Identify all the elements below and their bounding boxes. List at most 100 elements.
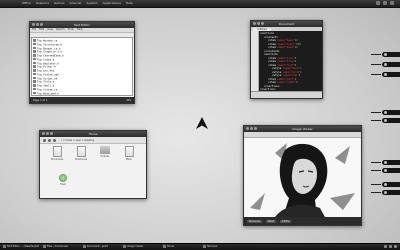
top-menu-item[interactable]: Internet bbox=[70, 1, 82, 6]
forward-icon[interactable] bbox=[48, 138, 51, 142]
files-icon-grid: Documents Downloads Pictures Music Trash bbox=[43, 146, 143, 196]
file-item[interactable]: Pictures bbox=[95, 146, 115, 158]
up-icon[interactable] bbox=[53, 138, 56, 142]
dock-launcher[interactable] bbox=[382, 72, 400, 77]
file-label: Downloads bbox=[74, 158, 87, 161]
editor-line-text: Top bin.exe bbox=[37, 69, 55, 73]
dock-launcher[interactable] bbox=[382, 182, 400, 187]
files-title: Home bbox=[88, 132, 98, 136]
taskbar-task-label: Document - gedit bbox=[87, 245, 108, 248]
file-label: Documents bbox=[50, 158, 64, 161]
volume-icon[interactable] bbox=[383, 1, 387, 5]
editor-menu-item[interactable]: File bbox=[32, 28, 36, 32]
close-icon[interactable] bbox=[246, 127, 249, 130]
file-icon bbox=[33, 69, 36, 72]
viewer-status-item[interactable]: Previous bbox=[247, 219, 262, 223]
dock-separator bbox=[371, 112, 381, 113]
editor-menu-item[interactable]: View bbox=[47, 28, 53, 32]
viewer-status-item[interactable]: Next bbox=[265, 219, 277, 223]
code-value: 3 bbox=[298, 74, 301, 77]
clock-icon[interactable] bbox=[384, 245, 387, 248]
dock-launcher[interactable] bbox=[382, 168, 400, 173]
taskbar-task[interactable]: Text Editor - ~/Desktop/list bbox=[3, 245, 41, 249]
close-icon[interactable] bbox=[32, 23, 35, 26]
maximize-icon[interactable] bbox=[50, 132, 53, 135]
top-menu-item[interactable]: Office bbox=[22, 1, 31, 6]
dock-separator bbox=[371, 120, 381, 121]
file-manager-window: Home / > home > user > Desktop Documents… bbox=[39, 130, 147, 199]
top-menu-item[interactable]: Help bbox=[126, 1, 133, 6]
code-side-panel bbox=[251, 31, 259, 92]
viewer-titlebar[interactable]: Image Viewer bbox=[244, 126, 361, 132]
viewer-status-item[interactable]: 100% bbox=[280, 219, 292, 223]
close-icon[interactable] bbox=[253, 22, 256, 25]
top-menu-item[interactable]: Applications bbox=[103, 1, 121, 6]
file-icon bbox=[33, 72, 36, 76]
file-item[interactable]: Documents bbox=[47, 146, 67, 161]
taskbar-task[interactable]: Image Viewer bbox=[123, 245, 161, 249]
file-item[interactable]: Downloads bbox=[71, 146, 91, 161]
code-titlebar[interactable]: Document bbox=[251, 21, 322, 27]
code-title: Document bbox=[278, 22, 295, 26]
dock-launcher[interactable] bbox=[382, 190, 400, 195]
file-item[interactable]: Trash bbox=[53, 174, 73, 186]
launcher-icon bbox=[384, 119, 387, 122]
editor-menu-item[interactable]: Edit bbox=[39, 28, 44, 32]
file-icon bbox=[33, 87, 36, 91]
maximize-icon[interactable] bbox=[40, 23, 43, 26]
window-icon bbox=[203, 245, 206, 248]
breadcrumb[interactable]: / > home > user > Desktop bbox=[61, 139, 94, 142]
editor-menu-item[interactable]: Tools bbox=[68, 28, 74, 32]
editor-menu-item[interactable]: Help bbox=[77, 28, 83, 32]
dock-launcher[interactable] bbox=[382, 52, 400, 57]
taskbar-task[interactable]: Home bbox=[163, 245, 201, 249]
battery-icon[interactable] bbox=[389, 245, 392, 248]
editor-title: Text Editor bbox=[74, 23, 90, 27]
window-icon bbox=[83, 245, 86, 248]
code-value: 12 bbox=[294, 46, 298, 49]
power-icon[interactable] bbox=[390, 1, 394, 5]
top-menu-item[interactable]: System bbox=[86, 1, 97, 6]
network-icon[interactable] bbox=[376, 1, 380, 5]
dock-launcher[interactable] bbox=[382, 62, 400, 67]
code-editor-window: Document Untitled <section> <content> <ite… bbox=[250, 20, 323, 99]
maximize-icon[interactable] bbox=[254, 127, 257, 130]
trash-icon bbox=[59, 174, 67, 182]
file-item[interactable]: Music bbox=[119, 146, 139, 161]
taskbar-task[interactable]: Document - gedit bbox=[83, 245, 121, 249]
files-titlebar[interactable]: Home bbox=[40, 131, 146, 137]
editor-titlebar[interactable]: Text Editor bbox=[30, 22, 134, 28]
dock-separator bbox=[371, 170, 381, 171]
image-viewer-window: Image Viewer Previous Next 100% bbox=[243, 125, 362, 226]
launcher-icon bbox=[384, 63, 387, 66]
launcher-icon bbox=[384, 111, 387, 114]
dock-launcher[interactable] bbox=[382, 118, 400, 123]
minimize-icon[interactable] bbox=[257, 22, 260, 25]
file-icon bbox=[33, 39, 36, 42]
minimize-icon[interactable] bbox=[36, 23, 39, 26]
top-menu-item[interactable]: Graphics bbox=[36, 1, 49, 6]
minimize-icon[interactable] bbox=[250, 127, 253, 130]
code-text-area[interactable]: <section> <content> <item name="base"12 <it… bbox=[259, 31, 322, 92]
editor-line-text: Top Cities.cs bbox=[37, 88, 58, 91]
launcher-icon bbox=[384, 161, 387, 164]
top-menu-item[interactable]: Games bbox=[54, 1, 65, 6]
dock-separator bbox=[371, 54, 381, 55]
taskbar-task[interactable]: Terminal bbox=[203, 245, 241, 249]
folder-icon bbox=[100, 146, 110, 154]
editor-menu-item[interactable]: Search bbox=[56, 28, 65, 32]
dock-launcher[interactable] bbox=[382, 160, 400, 165]
taskbar-task[interactable]: Files - /home/user bbox=[43, 245, 81, 249]
editor-text-area[interactable]: Top Window.cs Top Structures.h Top Bonsai.… bbox=[31, 37, 133, 96]
maximize-icon[interactable] bbox=[261, 22, 264, 25]
dock-launcher[interactable] bbox=[382, 110, 400, 115]
code-value: 2 bbox=[296, 81, 298, 84]
minimize-icon[interactable] bbox=[46, 132, 49, 135]
taskbar: Text Editor - ~/Desktop/list Files - /hom… bbox=[0, 243, 400, 250]
file-label: Trash bbox=[60, 183, 66, 186]
top-panel: Office Graphics Games Internet System Applica… bbox=[0, 0, 400, 8]
wifi-icon[interactable] bbox=[394, 245, 397, 248]
back-icon[interactable] bbox=[43, 138, 46, 142]
close-icon[interactable] bbox=[42, 132, 45, 135]
file-icon bbox=[33, 84, 36, 87]
